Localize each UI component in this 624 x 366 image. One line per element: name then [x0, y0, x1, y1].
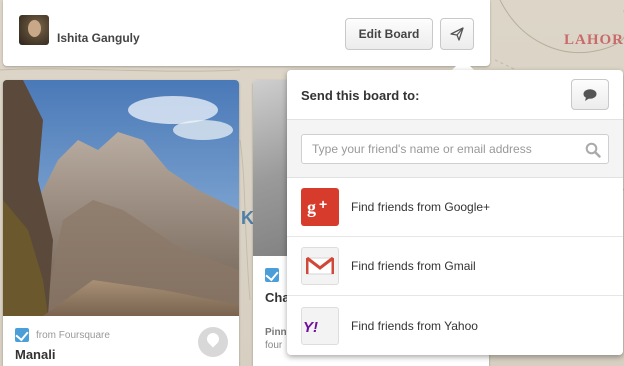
- search-icon[interactable]: [585, 142, 601, 158]
- paper-plane-icon: [450, 27, 464, 41]
- user-name[interactable]: Ishita Ganguly: [57, 31, 140, 45]
- find-friends-yahoo-label: Find friends from Yahoo: [351, 318, 478, 333]
- foursquare-check-icon: [265, 268, 279, 282]
- pin-title[interactable]: Manali: [15, 347, 55, 362]
- pin-card[interactable]: from Foursquare Manali: [3, 80, 239, 366]
- svg-text:+: +: [319, 196, 327, 212]
- svg-text:g: g: [307, 197, 316, 217]
- popover-title: Send this board to:: [301, 88, 420, 103]
- pin-title[interactable]: Cha: [265, 290, 290, 305]
- send-board-popover: Send this board to: g + Find friends fro…: [287, 70, 623, 355]
- foursquare-check-icon: [15, 328, 29, 342]
- yahoo-icon: Y!: [301, 306, 339, 345]
- board-header: Ishita Ganguly Edit Board: [3, 0, 490, 66]
- avatar[interactable]: [19, 15, 49, 45]
- friend-search-input[interactable]: [301, 134, 609, 164]
- pin-source-row: from Foursquare: [15, 328, 110, 342]
- find-friends-google-plus-label: Find friends from Google+: [351, 200, 491, 214]
- gmail-icon: [301, 247, 339, 285]
- search-area: [287, 120, 623, 178]
- find-friends-yahoo[interactable]: Y! Find friends from Yahoo: [287, 296, 623, 355]
- pin-footer-line2: four: [265, 340, 283, 351]
- map-place-label: LAHOR: [564, 32, 624, 48]
- find-friends-gmail[interactable]: Find friends from Gmail: [287, 237, 623, 296]
- send-board-button[interactable]: [440, 18, 474, 50]
- pin-source[interactable]: from Foursquare: [36, 330, 110, 341]
- speech-bubble-icon: [583, 88, 597, 101]
- find-friends-gmail-label: Find friends from Gmail: [351, 259, 476, 273]
- pin-image[interactable]: [3, 80, 239, 316]
- find-friends-google-plus[interactable]: g + Find friends from Google+: [287, 178, 623, 237]
- svg-text:Y!: Y!: [303, 319, 318, 335]
- place-pin-icon[interactable]: [198, 327, 228, 357]
- pin-footer: Pinn four: [265, 326, 287, 352]
- google-plus-icon: g +: [301, 188, 339, 226]
- popover-arrow: [452, 59, 474, 70]
- pin-footer-line1: Pinn: [265, 327, 287, 338]
- edit-board-button[interactable]: Edit Board: [345, 18, 433, 50]
- message-button[interactable]: [571, 79, 609, 110]
- popover-header: Send this board to:: [287, 70, 623, 120]
